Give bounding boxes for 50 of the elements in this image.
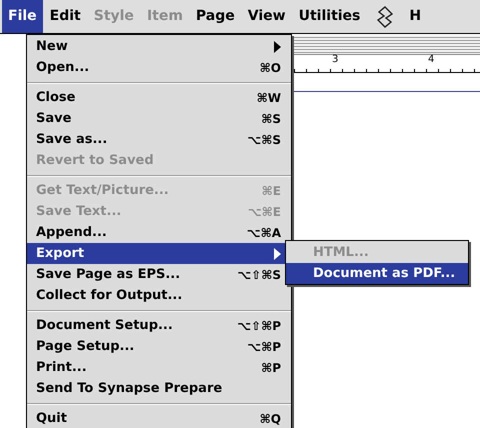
keyboard-shortcut: ⌘O (260, 60, 281, 76)
menu-item-label: Send To Synapse Prepare (36, 380, 224, 398)
menu-item-label: Page Setup... (36, 338, 136, 356)
menu-item[interactable]: Close ⌘W (27, 87, 291, 108)
menu-title[interactable]: File (2, 0, 43, 33)
keyboard-shortcut: ⌘W (256, 90, 281, 106)
menu-item-label: New (36, 38, 69, 56)
menu-title[interactable]: View (242, 0, 292, 33)
menu-title[interactable]: H (403, 0, 428, 33)
keyboard-shortcut: ⌥⇧⌘P (237, 318, 281, 334)
ruler-number: 4 (428, 55, 434, 65)
menu-item-label: Save as... (36, 130, 108, 149)
menu-item[interactable]: Append... ⌥⌘A (27, 222, 291, 243)
menu-title[interactable]: Utilities (292, 0, 366, 33)
menu-item-label: Save Text... (36, 202, 122, 221)
menu-item-label: Append... (36, 224, 108, 242)
menu-item-label: Print... (36, 358, 88, 377)
menu-item[interactable]: Save as... ⌥⌘S (27, 129, 291, 150)
keyboard-shortcut: ⌥⌘E (248, 204, 281, 220)
keyboard-shortcut: ⌘E (262, 182, 281, 200)
menu-item[interactable]: Document Setup... ⌥⇧⌘P (27, 315, 291, 336)
menu-title[interactable]: Edit (44, 0, 87, 33)
menu-item[interactable]: Page Setup... ⌥⌘P (27, 336, 291, 357)
keyboard-shortcut: ⌘S (261, 110, 281, 128)
menu-item[interactable]: New (27, 36, 291, 57)
menu-item-label: Collect for Output... (36, 286, 184, 305)
keyboard-shortcut: ⌘Q (260, 410, 281, 428)
menu-item[interactable]: Send To Synapse Prepare (27, 378, 291, 399)
menu-item-label: Quit (36, 410, 68, 428)
menu-item[interactable]: Open... ⌘O (27, 57, 291, 78)
keyboard-shortcut: ⌥⇧⌘S (237, 266, 281, 284)
keyboard-shortcut: ⌥⌘P (247, 338, 281, 356)
menu-item-label: Save (36, 110, 72, 128)
menu-item-label: Export (36, 244, 86, 263)
menu-item-label: Get Text/Picture... (36, 182, 170, 200)
ruler-number: 3 (332, 55, 338, 65)
menu-item[interactable]: Save ⌘S (27, 108, 291, 129)
menu-item-label: Document Setup... (36, 316, 174, 335)
menu-item-label: Save Page as EPS... (36, 266, 182, 284)
submenu-item[interactable]: Document as PDF... (286, 263, 468, 284)
menu-item[interactable]: Quit ⌘Q (27, 408, 291, 428)
keyboard-shortcut: ⌥⌘S (247, 132, 281, 148)
menu-item-label: Revert to Saved (36, 152, 155, 170)
menu-item[interactable]: Print... ⌘P (27, 357, 291, 378)
menu-item-label: Close (36, 88, 76, 107)
keyboard-shortcut: ⌘P (261, 360, 281, 376)
keyboard-shortcut: ⌥⌘A (246, 224, 281, 242)
menu-item[interactable]: Collect for Output... (27, 285, 291, 306)
menu-title[interactable]: Page (190, 0, 241, 33)
menu-item-label: Open... (36, 58, 90, 77)
